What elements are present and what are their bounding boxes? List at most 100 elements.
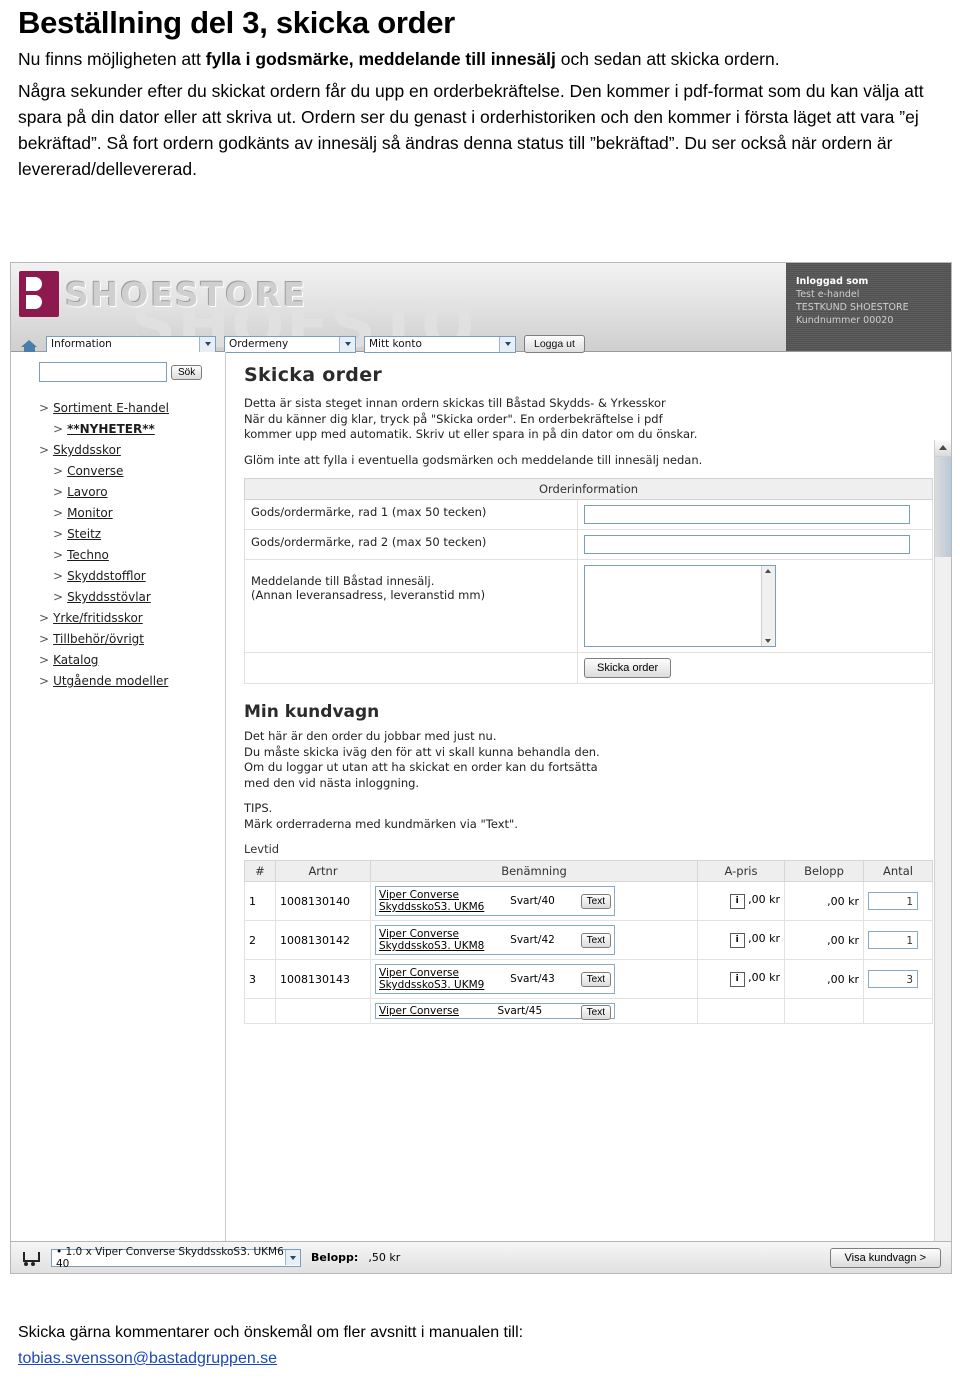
sidebar-item-katalog[interactable]: > Katalog bbox=[39, 650, 219, 671]
site-logo[interactable]: SHOESTORE bbox=[19, 271, 307, 317]
bullet-icon: > bbox=[53, 422, 64, 436]
bullet-icon: > bbox=[39, 611, 50, 625]
product-name-line-1: Viper Converse bbox=[379, 967, 459, 979]
intro-p1-bold: fylla i godsmärke, meddelande till innes… bbox=[205, 49, 556, 69]
col-antal: Antal bbox=[863, 860, 933, 882]
nav-select-information-label: Information bbox=[51, 338, 112, 350]
sidebar-item-label[interactable]: Katalog bbox=[53, 653, 98, 667]
product-name: Viper Converse SkyddsskoS3. UKM6 bbox=[379, 889, 484, 913]
message-label-line-1: Meddelande till Båstad innesälj. bbox=[251, 574, 435, 588]
sidebar-item-yrke-fritidsskor[interactable]: > Yrke/fritidsskor bbox=[39, 608, 219, 629]
sidebar-item-label[interactable]: Sortiment E-handel bbox=[53, 401, 169, 415]
quantity-input[interactable]: 1 bbox=[868, 931, 918, 949]
nav-select-information[interactable]: Information bbox=[46, 335, 216, 353]
text-button[interactable]: Text bbox=[580, 932, 611, 948]
cell-antal: 1 bbox=[863, 920, 933, 960]
search-input[interactable] bbox=[39, 362, 167, 382]
search-button[interactable]: Sök bbox=[171, 364, 203, 380]
sidebar-item-sortiment[interactable]: > Sortiment E-handel bbox=[39, 398, 219, 419]
product-variant: Svart/45 bbox=[497, 1005, 543, 1017]
sidebar-item-label[interactable]: Steitz bbox=[67, 527, 101, 541]
text-button[interactable]: Text bbox=[580, 971, 611, 987]
logout-button[interactable]: Logga ut bbox=[524, 335, 585, 353]
sidebar-item-nyheter[interactable]: > **NYHETER** bbox=[39, 419, 219, 440]
col-apris: A-pris bbox=[697, 860, 785, 882]
sidebar-item-skyddsstovlar[interactable]: > Skyddsstövlar bbox=[39, 587, 219, 608]
col-belopp: Belopp bbox=[784, 860, 864, 882]
sidebar-item-label[interactable]: Converse bbox=[67, 464, 123, 478]
col-num: # bbox=[244, 860, 276, 882]
empty-cell bbox=[244, 652, 578, 684]
content-paragraph-1: Detta är sista steget innan ordern skick… bbox=[244, 396, 933, 443]
godsmarke-row2-input[interactable] bbox=[584, 535, 910, 554]
footer-email-link[interactable]: tobias.svensson@bastadgruppen.se bbox=[18, 1350, 277, 1367]
message-textarea[interactable] bbox=[584, 565, 776, 647]
cart-summary-select[interactable]: • 1.0 x Viper Converse SkyddsskoS3. UKM6… bbox=[51, 1246, 301, 1270]
sidebar-item-label[interactable]: **NYHETER** bbox=[67, 422, 155, 436]
bullet-icon: > bbox=[39, 443, 50, 457]
table-row: 3 1008130143 Viper Converse SkyddsskoS3.… bbox=[244, 959, 933, 999]
nav-select-ordermeny[interactable]: Ordermeny bbox=[224, 335, 356, 353]
send-order-button[interactable]: Skicka order bbox=[584, 658, 672, 678]
bullet-icon: > bbox=[39, 632, 50, 646]
info-icon[interactable]: i bbox=[729, 894, 745, 909]
cell-benamning: Viper Converse SkyddsskoS3. UKM8 Svart/4… bbox=[370, 920, 698, 960]
textarea-scrollbar[interactable] bbox=[761, 566, 775, 646]
main-content: Skicka order Detta är sista steget innan… bbox=[226, 352, 951, 1273]
col-benamning: Benämning bbox=[370, 860, 698, 882]
text-button[interactable]: Text bbox=[580, 893, 611, 909]
view-cart-button[interactable]: Visa kundvagn > bbox=[829, 1247, 941, 1268]
scroll-up-button[interactable] bbox=[935, 440, 951, 457]
page-root: Beställning del 3, skicka order Nu finns… bbox=[0, 0, 960, 1391]
chevron-down-icon bbox=[499, 336, 515, 352]
quantity-input[interactable]: 3 bbox=[868, 970, 918, 988]
shopping-cart-icon bbox=[21, 1250, 41, 1266]
intro-paragraph-1: Nu finns möjligheten att fylla i godsmär… bbox=[18, 46, 942, 72]
info-icon[interactable]: i bbox=[729, 972, 745, 987]
product-name-line-1: Viper Converse bbox=[379, 889, 459, 901]
sidebar-item-label[interactable]: Techno bbox=[67, 548, 109, 562]
site-header: SHOESTO SHOESTORE Inloggad som Test e-ha… bbox=[11, 263, 951, 362]
page-scrollbar[interactable] bbox=[934, 440, 951, 1273]
sidebar-item-label[interactable]: Skyddsskor bbox=[53, 443, 121, 457]
sidebar-item-converse[interactable]: > Converse bbox=[39, 461, 219, 482]
nav-select-mitt-konto[interactable]: Mitt konto bbox=[364, 335, 516, 353]
sidebar-item-label[interactable]: Yrke/fritidsskor bbox=[53, 611, 143, 625]
info-icon[interactable]: i bbox=[729, 933, 745, 948]
sidebar-item-utgaende-modeller[interactable]: > Utgående modeller bbox=[39, 671, 219, 692]
sidebar-item-tillbehor[interactable]: > Tillbehör/övrigt bbox=[39, 629, 219, 650]
quantity-input[interactable]: 1 bbox=[868, 892, 918, 910]
cell-artnr bbox=[275, 998, 371, 1024]
product-box[interactable]: Viper Converse SkyddsskoS3. UKM8 Svart/4… bbox=[375, 925, 615, 955]
sidebar-item-monitor[interactable]: > Monitor bbox=[39, 503, 219, 524]
cell-benamning: Viper Converse SkyddsskoS3. UKM9 Svart/4… bbox=[370, 959, 698, 999]
sidebar-item-label[interactable]: Monitor bbox=[67, 506, 113, 520]
product-box[interactable]: Viper Converse Svart/45 Text bbox=[375, 1003, 615, 1020]
cell-benamning: Viper Converse SkyddsskoS3. UKM6 Svart/4… bbox=[370, 881, 698, 921]
sidebar-item-label[interactable]: Skyddsstövlar bbox=[67, 590, 151, 604]
sidebar-item-label[interactable]: Tillbehör/övrigt bbox=[53, 632, 144, 646]
apris-value: ,00 kr bbox=[748, 971, 780, 984]
product-box[interactable]: Viper Converse SkyddsskoS3. UKM6 Svart/4… bbox=[375, 886, 615, 916]
sidebar-item-label[interactable]: Utgående modeller bbox=[53, 674, 168, 688]
scrollbar-thumb[interactable] bbox=[935, 457, 951, 557]
product-box[interactable]: Viper Converse SkyddsskoS3. UKM9 Svart/4… bbox=[375, 964, 615, 994]
home-icon[interactable] bbox=[21, 336, 38, 352]
login-user: Test e-handel bbox=[796, 289, 860, 300]
godsmarke-row1-input[interactable] bbox=[584, 505, 910, 524]
text-button[interactable]: Text bbox=[580, 1005, 611, 1020]
sidebar-item-skyddstofflor[interactable]: > Skyddstofflor bbox=[39, 566, 219, 587]
sidebar-item-label[interactable]: Skyddstofflor bbox=[67, 569, 146, 583]
table-row: Gods/ordermärke, rad 2 (max 50 tecken) bbox=[244, 529, 933, 560]
cell-belopp bbox=[784, 998, 864, 1024]
sidebar-item-label[interactable]: Lavoro bbox=[67, 485, 108, 499]
login-label: Inloggad som bbox=[796, 276, 869, 287]
sidebar-item-techno[interactable]: > Techno bbox=[39, 545, 219, 566]
sidebar-item-steitz[interactable]: > Steitz bbox=[39, 524, 219, 545]
sidebar-item-skyddsskor[interactable]: > Skyddsskor bbox=[39, 440, 219, 461]
sidebar-nav-list: > Sortiment E-handel > **NYHETER** > Skydds… bbox=[39, 398, 219, 692]
sidebar-item-lavoro[interactable]: > Lavoro bbox=[39, 482, 219, 503]
godsmarke-row1-label: Gods/ordermärke, rad 1 (max 50 tecken) bbox=[244, 499, 578, 530]
orderinfo-header-row: Orderinformation bbox=[244, 478, 933, 500]
cart-description: Det här är den order du jobbar med just … bbox=[244, 729, 933, 791]
